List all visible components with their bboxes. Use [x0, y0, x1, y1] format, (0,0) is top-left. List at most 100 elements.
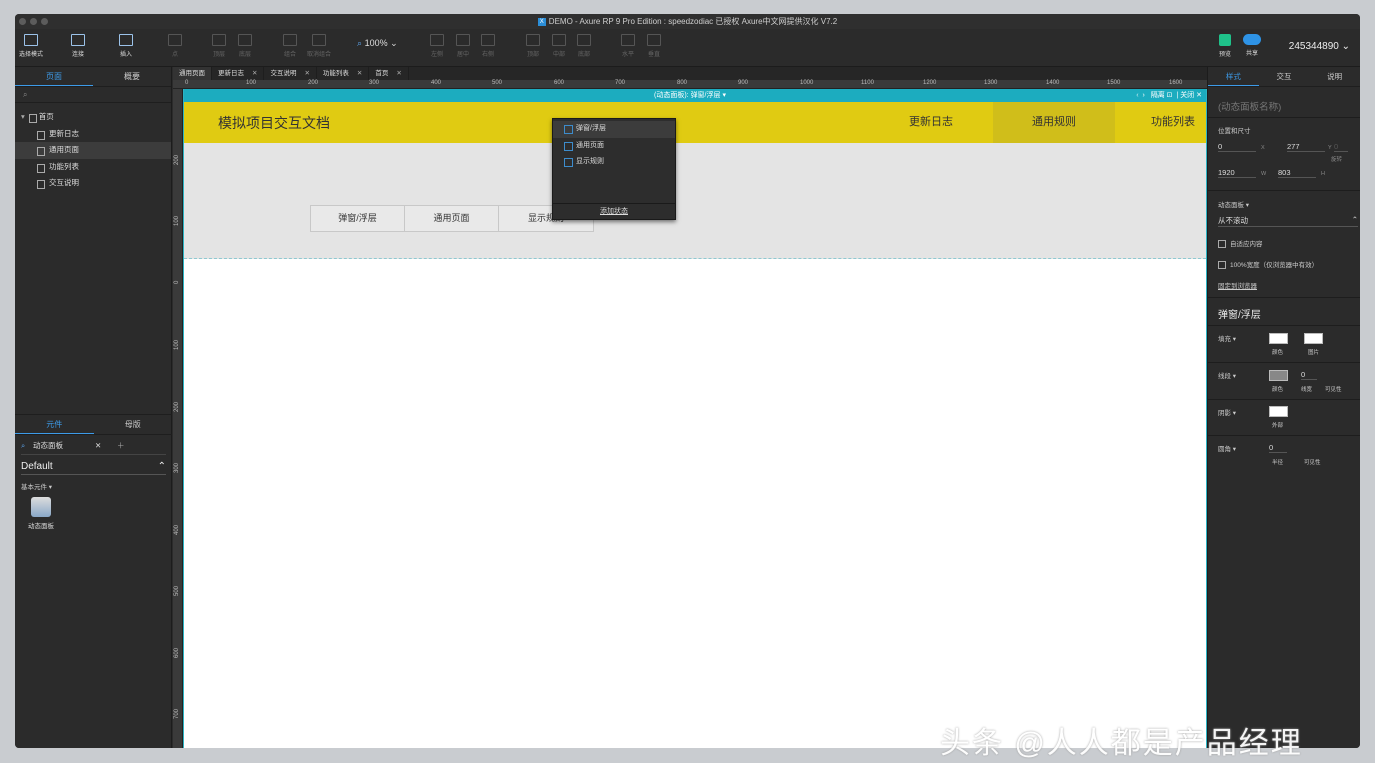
- add-state-button[interactable]: 添加状态: [553, 203, 675, 219]
- align-bottom-icon: [577, 34, 591, 46]
- popup-layer-button[interactable]: 弹窗/浮层: [311, 206, 405, 231]
- fill-image-swatch[interactable]: [1304, 333, 1323, 344]
- widget-search-input[interactable]: ⌕ 动态面板 ✕ ＋: [21, 437, 166, 455]
- nav-changelog[interactable]: 更新日志: [884, 102, 978, 143]
- tab-interaction[interactable]: 交互: [1259, 67, 1310, 86]
- tab-notes[interactable]: 说明: [1309, 67, 1360, 86]
- prev-state-icon[interactable]: ‹: [1136, 92, 1138, 99]
- send-bottom-icon: [238, 34, 252, 46]
- page-tree-item-home[interactable]: ▾ 首页: [15, 109, 171, 126]
- distribute-v-button[interactable]: 垂直: [634, 32, 674, 58]
- isolate-button[interactable]: 隔离: [1151, 92, 1165, 99]
- border-width-input[interactable]: 0: [1301, 370, 1317, 380]
- state-title: 弹窗/浮层: [1218, 310, 1261, 321]
- fill-section[interactable]: 填充 ▾: [1218, 333, 1236, 343]
- distribute-h-icon: [621, 34, 635, 46]
- minimize-window-button[interactable]: [30, 18, 37, 25]
- search-icon: ⌕: [21, 441, 26, 450]
- tab-style[interactable]: 样式: [1208, 67, 1259, 86]
- app-window: X DEMO - Axure RP 9 Pro Edition : speedzo…: [15, 14, 1360, 748]
- x-input[interactable]: 0: [1218, 142, 1256, 152]
- tab-masters[interactable]: 母版: [94, 415, 173, 434]
- share-button[interactable]: 共享: [1232, 32, 1272, 57]
- zoom-select[interactable]: ⌕ 100% ⌄: [357, 38, 398, 49]
- page-tree-item-common[interactable]: 通用页面: [15, 142, 171, 159]
- play-icon: [1219, 34, 1231, 46]
- select-mode-button[interactable]: 选择模式: [15, 32, 51, 58]
- library-select[interactable]: Default ⌃: [21, 459, 166, 475]
- doc-tab-home[interactable]: 首页 ✕: [369, 67, 409, 80]
- radius-visibility[interactable]: 可见性: [1304, 458, 1321, 466]
- dp-state-select[interactable]: 弹窗/浮层 ▾: [691, 92, 726, 99]
- align-top-icon: [526, 34, 540, 46]
- pin-to-browser-link[interactable]: 固定到浏览器: [1218, 280, 1257, 290]
- outer-shadow-swatch[interactable]: [1269, 406, 1288, 417]
- border-section[interactable]: 线段 ▾: [1218, 370, 1236, 380]
- axure-logo-icon: X: [537, 17, 546, 26]
- state-option-popup[interactable]: 弹窗/浮层: [553, 121, 675, 138]
- ungroup-icon: [312, 34, 326, 46]
- design-canvas[interactable]: (动态面板): 弹窗/浮层 ▾ ‹ › 隔离 ⊡ | 关闭 ✕ 模拟项目交互文档…: [183, 89, 1207, 748]
- page-tree-item-interaction[interactable]: 交互说明: [15, 175, 171, 192]
- page-header: 模拟项目交互文档 更新日志 通用规则 功能列表: [184, 102, 1206, 143]
- doc-tab-changelog[interactable]: 更新日志 ✕: [212, 67, 265, 80]
- ungroup-button[interactable]: 取消组合: [299, 32, 339, 58]
- watermark: 头条 @人人都是产品经理: [940, 727, 1303, 760]
- page-tree-item-changelog[interactable]: 更新日志: [15, 126, 171, 143]
- border-color-swatch[interactable]: [1269, 370, 1288, 381]
- nav-common-rules[interactable]: 通用规则: [993, 102, 1115, 143]
- close-dp-button[interactable]: 关闭: [1180, 92, 1194, 99]
- select-mode-icon: [24, 34, 38, 46]
- nav-feature-list[interactable]: 功能列表: [1128, 102, 1218, 143]
- connect-icon: [71, 34, 85, 46]
- scroll-select[interactable]: 从不滚动 ⌃: [1218, 215, 1358, 227]
- dynamic-panel-widget[interactable]: 动态面板: [23, 497, 59, 530]
- add-icon[interactable]: ＋: [117, 437, 125, 455]
- fit-content-checkbox[interactable]: 自适应内容: [1218, 238, 1263, 248]
- panel-name-input[interactable]: (动态面板名称): [1218, 99, 1281, 113]
- state-dropdown: 弹窗/浮层 通用页面 显示规则 添加状态: [552, 118, 676, 220]
- basic-widgets-section[interactable]: 基本元件 ▾: [21, 481, 166, 491]
- doc-tab-features[interactable]: 功能列表 ✕: [317, 67, 370, 80]
- close-window-button[interactable]: [19, 18, 26, 25]
- y-input[interactable]: 277: [1287, 142, 1325, 152]
- align-right-button[interactable]: 右侧: [468, 32, 508, 58]
- distribute-v-icon: [647, 34, 661, 46]
- border-visibility[interactable]: 可见性: [1325, 385, 1342, 393]
- tab-widgets[interactable]: 元件: [15, 415, 94, 434]
- width-input[interactable]: 1920: [1218, 168, 1256, 178]
- next-state-icon[interactable]: ›: [1143, 92, 1145, 99]
- shadow-section[interactable]: 阴影 ▾: [1218, 407, 1236, 417]
- connect-button[interactable]: 连接: [58, 32, 98, 58]
- radius-section[interactable]: 圆角 ▾: [1218, 443, 1236, 453]
- common-page-button[interactable]: 通用页面: [405, 206, 499, 231]
- send-bottom-button[interactable]: 底层: [225, 32, 265, 58]
- doc-tab-common[interactable]: 通用页面: [173, 67, 212, 80]
- radius-input[interactable]: 0: [1269, 443, 1287, 453]
- page-tree-item-features[interactable]: 功能列表: [15, 159, 171, 176]
- insert-button[interactable]: 插入: [106, 32, 146, 58]
- rotation-input[interactable]: 0: [1334, 142, 1348, 152]
- close-icon: ✕: [252, 70, 258, 77]
- zoom-window-button[interactable]: [41, 18, 48, 25]
- point-button[interactable]: 点: [155, 32, 195, 58]
- left-panel: 页面 概要 ⌕ ▾ 首页 更新日志 通用页面 功能列表 交互说明 元件 母版 ⌕ 动…: [15, 67, 172, 748]
- full-width-checkbox[interactable]: 100%宽度（仅浏览器中有效）: [1218, 259, 1318, 269]
- fill-color-swatch[interactable]: [1269, 333, 1288, 344]
- tab-outline[interactable]: 概要: [93, 67, 171, 86]
- tab-pages[interactable]: 页面: [15, 67, 93, 86]
- clear-icon[interactable]: ✕: [95, 437, 101, 455]
- doc-tab-interaction[interactable]: 交互说明 ✕: [264, 67, 317, 80]
- close-icon: ✕: [304, 70, 310, 77]
- align-bottom-button[interactable]: 底部: [564, 32, 604, 58]
- main-toolbar: 选择模式 连接 插入 点 顶层 底层 组合 取消组合 ⌕ 100% ⌄ 左侧 居…: [15, 29, 1360, 67]
- state-option-display[interactable]: 显示规则: [553, 154, 675, 171]
- search-icon: ⌕: [23, 90, 28, 99]
- page-search-bar[interactable]: ⌕: [15, 87, 171, 103]
- user-account[interactable]: 245344890 ⌄: [1289, 41, 1350, 52]
- dynamic-panel-bar: (动态面板): 弹窗/浮层 ▾ ‹ › 隔离 ⊡ | 关闭 ✕: [184, 89, 1206, 102]
- height-input[interactable]: 803: [1278, 168, 1316, 178]
- state-option-common[interactable]: 通用页面: [553, 138, 675, 155]
- dynamic-panel-section[interactable]: 动态面板 ▾: [1218, 199, 1249, 209]
- dp-label: (动态面板):: [654, 92, 689, 99]
